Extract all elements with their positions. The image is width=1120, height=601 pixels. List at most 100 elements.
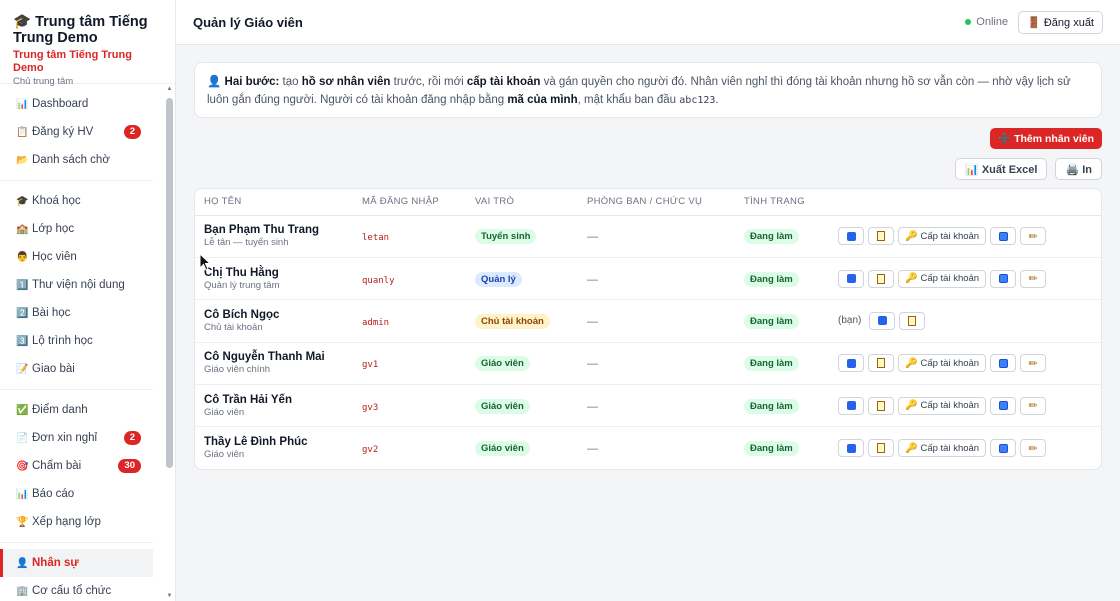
sidebar-item-icon: 🏢: [16, 585, 29, 597]
history-button[interactable]: [899, 311, 926, 330]
staff-table: HỌ TÊN MÃ ĐĂNG NHẬP VAI TRÒ PHÒNG BAN / …: [195, 189, 1101, 469]
sidebar-item-label: Báo cáo: [32, 488, 75, 500]
grant-account-button[interactable]: 🔑 Cấp tài khoản: [898, 227, 987, 246]
sidebar-item-label: Chấm bài: [32, 460, 82, 472]
sidebar-nav: 📊 Dashboard 📋 Đăng ký HV 2 📂 Danh sách chờ 🎓 Kho…: [0, 84, 165, 601]
scroll-thumb[interactable]: [166, 98, 173, 468]
sidebar-item-label: Bài học: [32, 307, 71, 319]
dept-value: —: [587, 400, 598, 413]
sidebar-item[interactable]: 👨 Học viên: [0, 243, 153, 271]
grant-account-button[interactable]: 🔑 Cấp tài khoản: [898, 396, 987, 415]
sidebar-item[interactable]: 3️⃣ Lộ trình học: [0, 327, 153, 355]
sidebar-item[interactable]: 🏆 Xếp hạng lớp: [0, 508, 153, 536]
cell-status: Đang làm: [735, 257, 829, 301]
sidebar-item[interactable]: 👤 Nhân sự: [0, 549, 153, 577]
transfer-button[interactable]: [869, 311, 896, 330]
history-button[interactable]: [868, 439, 894, 458]
sidebar-item[interactable]: 🎯 Chấm bài 30: [0, 452, 153, 480]
logout-button[interactable]: 🚪 Đăng xuất: [1018, 10, 1103, 34]
sidebar-item[interactable]: 2️⃣ Bài học: [0, 299, 153, 327]
grant-account-button[interactable]: 🔑 Cấp tài khoản: [898, 439, 987, 458]
settings-button[interactable]: [990, 439, 1017, 458]
sidebar-item-label: Điểm danh: [32, 404, 88, 416]
scroll-down-arrow-icon[interactable]: ▼: [166, 593, 173, 599]
info-box: 👤 Hai bước: tạo hồ sơ nhân viên trước, r…: [194, 62, 1102, 118]
cell-name: Chị Thu Hằng Quản lý trung tâm: [195, 257, 353, 301]
status-badge: Đang làm: [744, 229, 799, 245]
cell-login: gv1: [353, 342, 466, 386]
pencil-icon: ✏: [1028, 400, 1038, 413]
transfer-button[interactable]: [838, 396, 864, 415]
grant-account-label: Cấp tài khoản: [920, 357, 980, 369]
sidebar-item-icon: 👤: [16, 557, 29, 569]
sidebar-item-label: Đăng ký HV: [32, 126, 94, 138]
cell-actions: 🔑 Cấp tài khoản ✏: [829, 384, 1101, 428]
sidebar-item[interactable]: 📂 Danh sách chờ: [0, 146, 153, 174]
status-badge: Đang làm: [744, 271, 799, 287]
sidebar-item[interactable]: 🏫 Lớp học: [0, 215, 153, 243]
cell-status: Đang làm: [735, 215, 829, 258]
login-code: gv2: [362, 445, 379, 456]
dept-value: —: [587, 443, 598, 456]
print-button[interactable]: 🖨️ In: [1055, 158, 1102, 180]
sidebar-item-label: Đơn xin nghỉ: [32, 432, 98, 444]
grant-account-label: Cấp tài khoản: [920, 230, 980, 242]
add-employee-button[interactable]: ➕ Thêm nhân viên: [990, 128, 1102, 149]
history-button[interactable]: [868, 354, 894, 373]
scroll-up-arrow-icon[interactable]: ▲: [166, 86, 173, 92]
transfer-button[interactable]: [838, 354, 864, 373]
cell-role: Chủ tài khoản: [466, 299, 578, 343]
transfer-icon: [846, 231, 856, 241]
settings-button[interactable]: [990, 396, 1017, 415]
sidebar-scrollbar[interactable]: ▲ ▼: [166, 84, 173, 601]
settings-button[interactable]: [990, 354, 1017, 373]
role-badge: Giáo viên: [475, 441, 530, 457]
edit-button[interactable]: ✏: [1020, 396, 1047, 415]
grant-account-button[interactable]: 🔑 Cấp tài khoản: [898, 269, 987, 288]
transfer-button[interactable]: [838, 227, 864, 246]
sidebar-item[interactable]: 📝 Giao bài: [0, 355, 153, 383]
info-bold-3: mã của mình: [507, 94, 578, 106]
grant-account-label: Cấp tài khoản: [920, 442, 980, 454]
sidebar-item[interactable]: 🏢 Cơ cấu tổ chức: [0, 577, 153, 601]
settings-button[interactable]: [990, 269, 1017, 288]
dept-value: —: [587, 273, 598, 286]
cell-name: Cô Nguyễn Thanh Mai Giáo viên chính: [195, 342, 353, 386]
key-icon: 🔑: [905, 230, 918, 242]
sidebar-item[interactable]: 📊 Báo cáo: [0, 480, 153, 508]
grant-account-button[interactable]: 🔑 Cấp tài khoản: [898, 354, 987, 373]
sidebar-item-label: Lớp học: [32, 223, 75, 235]
sidebar-item[interactable]: 1️⃣ Thư viện nội dung: [0, 271, 153, 299]
sidebar-item[interactable]: 📋 Đăng ký HV 2: [0, 118, 153, 146]
status-badge: Đang làm: [744, 313, 799, 329]
sidebar-item[interactable]: 📄 Đơn xin nghỉ 2: [0, 424, 153, 452]
row-actions: 🔑 Cấp tài khoản ✏: [838, 354, 1092, 373]
transfer-button[interactable]: [838, 269, 864, 288]
staff-table-card: HỌ TÊN MÃ ĐĂNG NHẬP VAI TRÒ PHÒNG BAN / …: [194, 188, 1102, 471]
export-excel-button[interactable]: 📊 Xuất Excel: [955, 158, 1048, 180]
sidebar-item[interactable]: 🎓 Khoá học: [0, 187, 153, 215]
cell-dept: —: [578, 427, 735, 469]
edit-button[interactable]: ✏: [1020, 269, 1047, 288]
cell-name: Cô Bích Ngọc Chủ tài khoản: [195, 299, 353, 343]
cell-dept: —: [578, 299, 735, 343]
col-header-role: VAI TRÒ: [466, 189, 578, 216]
edit-button[interactable]: ✏: [1020, 354, 1047, 373]
sidebar-item[interactable]: 📊 Dashboard: [0, 90, 153, 118]
role-badge: Giáo viên: [475, 398, 530, 414]
sidebar-item-icon: ✅: [16, 404, 29, 416]
cell-status: Đang làm: [735, 384, 829, 428]
edit-button[interactable]: ✏: [1020, 439, 1047, 458]
history-button[interactable]: [868, 269, 894, 288]
history-button[interactable]: [868, 396, 894, 415]
staff-name: Cô Nguyễn Thanh Mai: [204, 351, 325, 364]
col-header-dept: PHÒNG BAN / CHỨC VỤ: [578, 189, 735, 216]
transfer-button[interactable]: [838, 439, 864, 458]
staff-name: Cô Trần Hải Yến: [204, 393, 292, 406]
edit-button[interactable]: ✏: [1020, 227, 1047, 246]
table-row: Chị Thu Hằng Quản lý trung tâm quanly Quản …: [195, 257, 1101, 301]
settings-button[interactable]: [990, 227, 1017, 246]
history-button[interactable]: [868, 227, 894, 246]
pencil-icon: ✏: [1028, 230, 1038, 243]
sidebar-item[interactable]: ✅ Điểm danh: [0, 396, 153, 424]
